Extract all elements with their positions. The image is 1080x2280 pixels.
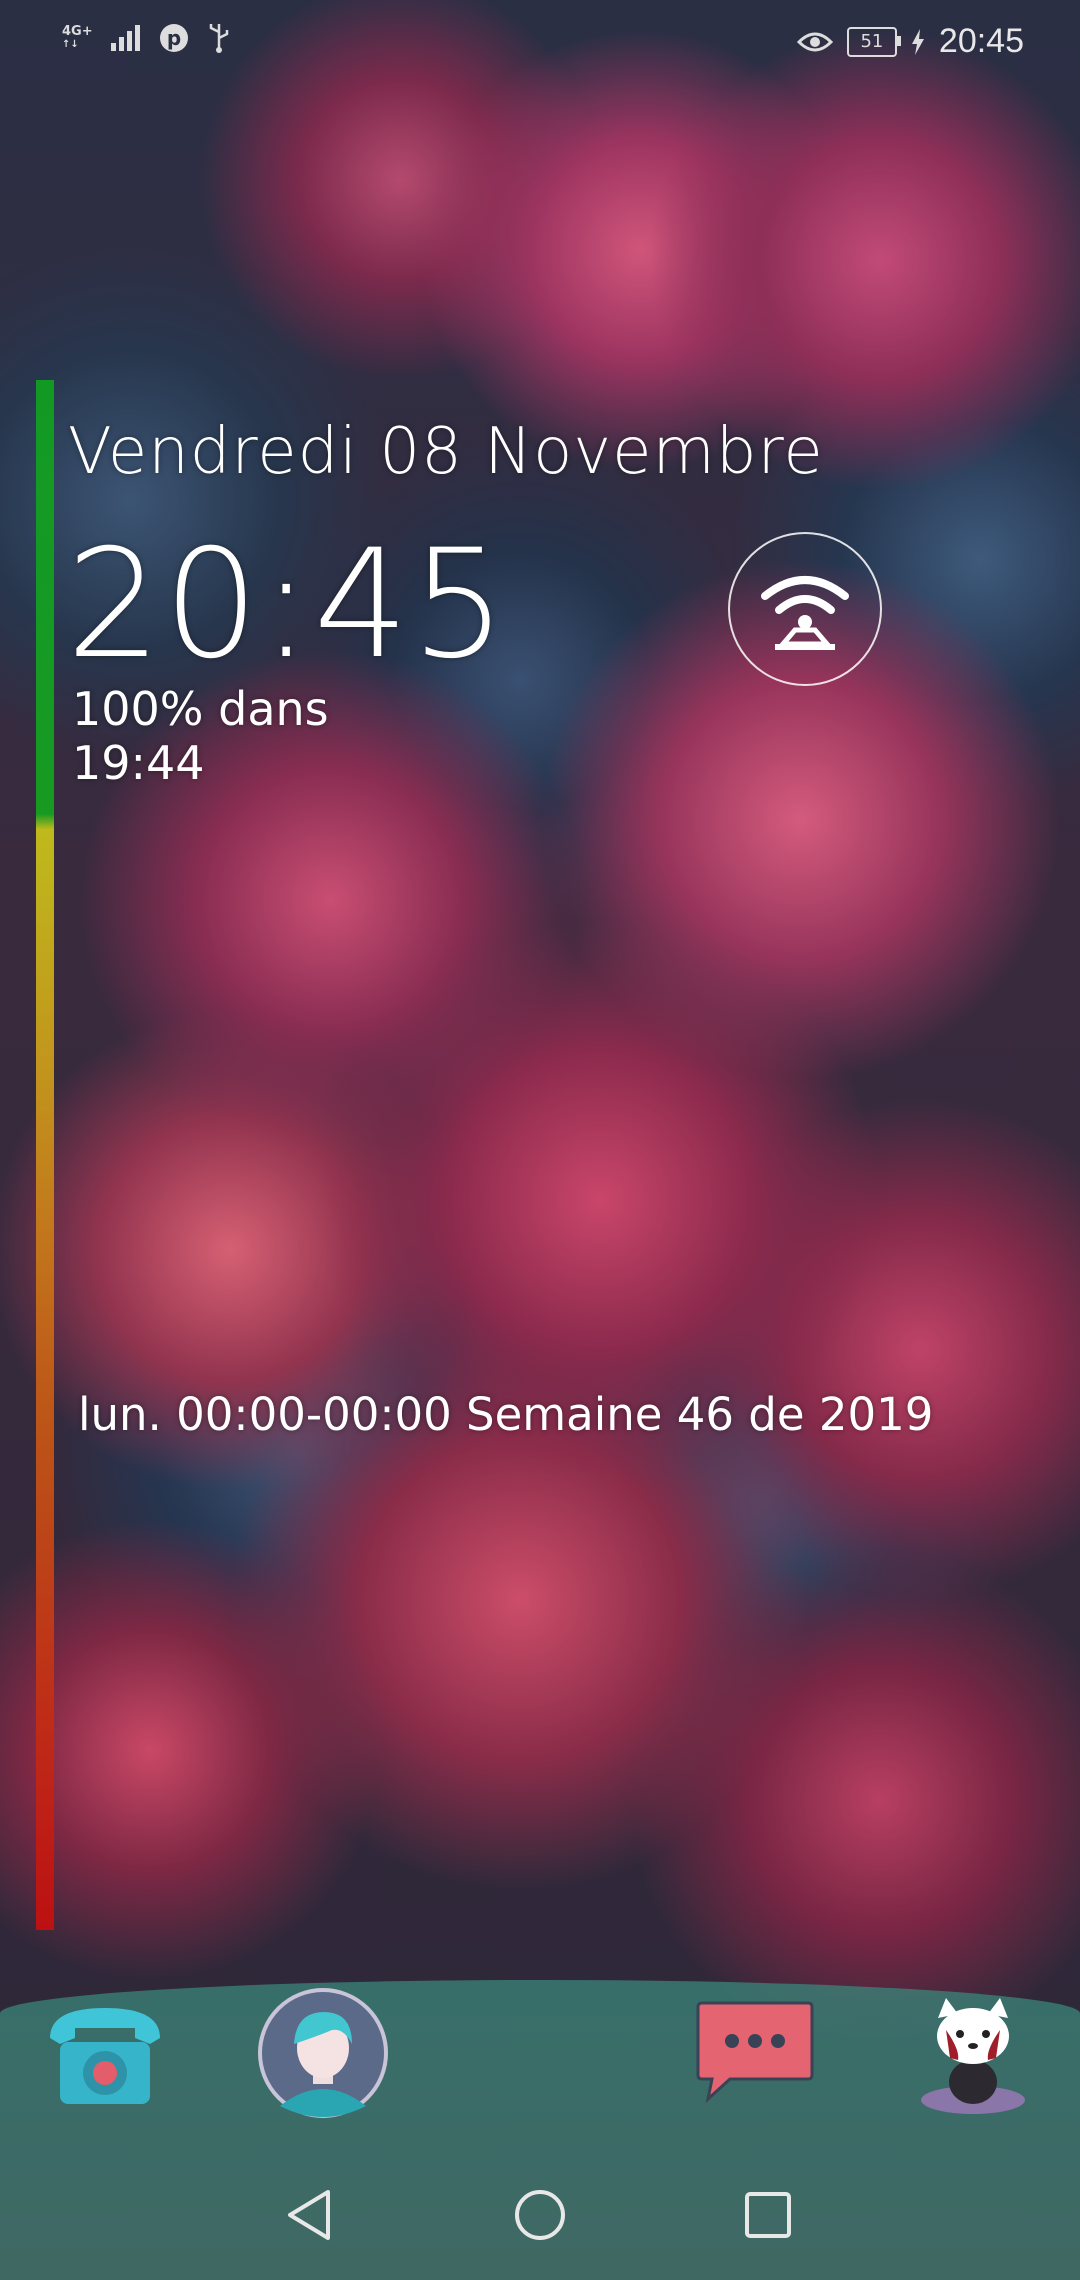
recents-square-icon [745,2192,791,2238]
charging-icon [911,28,924,55]
nav-home-button[interactable] [505,2180,575,2250]
wallpaper [0,0,1080,2280]
charge-line-1: 100% dans [72,682,329,736]
svg-text:p: p [166,26,180,50]
network-type: 4G+ [62,24,93,39]
battery-icon: 51 [846,26,901,57]
dock-app-contacts[interactable] [258,1988,388,2118]
status-bar: 4G+ ↑↓ p 51 20:45 [0,0,1080,90]
status-right: 51 20:45 [796,22,1024,61]
chat-bubble-icon [696,2001,814,2104]
pinterest-icon: p [159,24,188,52]
wifi-hotspot-icon [761,576,849,650]
week-info: lun. 00:00-00:00 Semaine 46 de 2019 [78,1388,934,1441]
battery-level: 51 [860,31,884,52]
status-left: 4G+ ↑↓ p [62,22,231,54]
dock-app-phone[interactable] [40,1988,170,2118]
status-time: 20:45 [938,22,1024,60]
dock-app-red-panda[interactable] [908,1988,1038,2118]
lock-clock: 20:45 [66,518,509,692]
wifi-hotspot-button[interactable] [728,532,882,686]
back-triangle-icon [288,2190,330,2240]
network-indicator: 4G+ ↑↓ [62,24,93,50]
signal-bars-icon [110,25,140,51]
lock-date: Vendredi 08 Novembre [68,415,824,489]
battery-level-bar [36,380,54,1930]
charge-estimate: 100% dans 19:44 [72,682,392,790]
nav-back-button[interactable] [274,2180,344,2250]
charge-line-2: 19:44 [72,736,205,790]
red-panda-icon [921,1998,1025,2114]
home-circle-icon [515,2190,565,2240]
eye-comfort-icon [796,32,833,51]
nav-recents-button[interactable] [733,2180,803,2250]
dock-app-messages[interactable] [690,1988,820,2118]
person-avatar-icon [258,1988,388,2118]
telephone-icon [50,2008,160,2104]
usb-icon [209,24,228,53]
